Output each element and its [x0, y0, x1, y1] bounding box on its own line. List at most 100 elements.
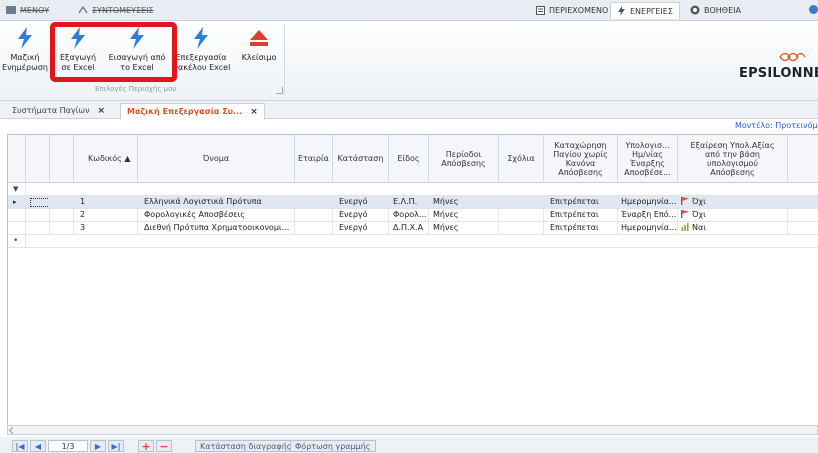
tab-bulk-edit[interactable]: Μαζική Επεξεργασία Συ... ×: [120, 103, 265, 120]
cell-start-calc[interactable]: Ημερομηνία...: [618, 196, 678, 208]
cell-code[interactable]: 2: [74, 209, 138, 221]
column-header-no-rule[interactable]: Καταχώρηση Παγίου χωρίς Κανόνα Απόσβεσης: [544, 135, 618, 183]
load-row-button[interactable]: Φόρτωση γραμμής: [290, 440, 376, 452]
column-header-status[interactable]: Κατάσταση: [333, 135, 389, 183]
table-row[interactable]: ▸ 1 Ελληνικά Λογιστικά Πρότυπα Ενεργό Ε.…: [8, 196, 818, 209]
row-select-cell[interactable]: [26, 196, 50, 208]
row-pointer-icon: ▸: [8, 196, 26, 208]
close-icon[interactable]: ×: [98, 106, 106, 116]
menu-button[interactable]: ΜΕΝΟΥ: [6, 3, 49, 17]
add-row-button[interactable]: +: [138, 440, 154, 453]
cell-status[interactable]: Ενεργό: [333, 196, 389, 208]
tab-content-label: ΠΕΡΙΕΧΟΜΕΝΟ: [549, 5, 609, 15]
cell-no-rule[interactable]: Επιτρέπεται: [544, 209, 618, 221]
row-extra-cell: [50, 222, 74, 234]
cell-periods[interactable]: Μήνες: [429, 209, 499, 221]
tab-help[interactable]: ΒΟΗΘΕΙΑ: [684, 2, 747, 18]
table-row[interactable]: 2 Φορολογικές Αποσβέσεις Ενεργό Φορολ...…: [8, 209, 818, 222]
shortcuts-button[interactable]: ΣΥΝΤΟΜΕΥΣΕΙΣ: [78, 3, 153, 17]
horizontal-scrollbar[interactable]: [7, 425, 818, 435]
row-pointer-cell: [8, 209, 26, 221]
next-page-button[interactable]: ▶: [90, 440, 106, 452]
cell-name[interactable]: Διεθνή Πρότυπα Χρηματοοικονομι...: [138, 222, 295, 234]
cell-comments[interactable]: [499, 209, 544, 221]
ribbon-divider: [284, 25, 285, 95]
filter-icon: ▼: [8, 183, 26, 195]
eject-icon: [250, 30, 268, 46]
column-header-start-calc[interactable]: Υπολογισ... Ημ/νίας Έναρξης Αποσβέσε...: [618, 135, 678, 183]
group-expand-icon[interactable]: [276, 87, 283, 94]
cell-type[interactable]: Δ.Π.Χ.Α: [389, 222, 429, 234]
cell-status[interactable]: Ενεργό: [333, 222, 389, 234]
column-header-periods[interactable]: Περίοδοι Απόσβεσης: [429, 135, 499, 183]
cell-no-rule[interactable]: Επιτρέπεται: [544, 222, 618, 234]
model-label[interactable]: Μοντέλο: Προτεινόμενο: [735, 121, 818, 130]
cell-periods[interactable]: Μήνες: [429, 196, 499, 208]
close-icon[interactable]: ×: [250, 107, 258, 117]
epsilonnet-logo-icon: [779, 52, 806, 62]
cell-name[interactable]: Ελληνικά Λογιστικά Πρότυπα: [138, 196, 295, 208]
last-page-button[interactable]: ▶|: [108, 440, 124, 452]
cell-start-calc[interactable]: Έναρξη Επό...: [618, 209, 678, 221]
grid-navigator: |◀ ◀ 1/3 ▶ ▶| + − Κατάσταση διαγραφής Φό…: [0, 437, 818, 453]
bulk-update-label-line1: Μαζική: [10, 53, 40, 62]
cell-start-calc[interactable]: Ημερομηνία...: [618, 222, 678, 234]
new-row-icon: •: [8, 235, 26, 247]
cell-company[interactable]: [295, 196, 333, 208]
cell-code[interactable]: 1: [74, 196, 138, 208]
lightning-icon: [194, 27, 208, 49]
cell-company[interactable]: [295, 222, 333, 234]
delete-row-button[interactable]: −: [156, 440, 172, 453]
previous-page-button[interactable]: ◀: [30, 440, 46, 452]
tab-actions-label: ΕΝΕΡΓΕΙΕΣ: [630, 6, 673, 16]
column-header-type[interactable]: Είδος: [389, 135, 429, 183]
cell-comments[interactable]: [499, 196, 544, 208]
cell-periods[interactable]: Μήνες: [429, 222, 499, 234]
row-select-cell[interactable]: [26, 222, 50, 234]
column-header-comments[interactable]: Σχόλια: [499, 135, 544, 183]
edit-excel-folder-label-line1: Επεξεργασία: [175, 53, 227, 62]
top-menu-bar: ΜΕΝΟΥ ΣΥΝΤΟΜΕΥΣΕΙΣ ΠΕΡΙΕΧΟΜΕΝΟ ΕΝΕΡΓΕΙΕΣ…: [0, 0, 818, 21]
scroll-left-icon[interactable]: [8, 426, 17, 435]
tab-content[interactable]: ΠΕΡΙΕΧΟΜΕΝΟ: [530, 2, 614, 18]
user-icon[interactable]: [809, 5, 818, 14]
cell-status[interactable]: Ενεργό: [333, 209, 389, 221]
tab-actions[interactable]: ΕΝΕΡΓΕΙΕΣ: [610, 2, 680, 19]
first-page-button[interactable]: |◀: [12, 440, 28, 452]
cell-exclusion-text: Όχι: [692, 210, 706, 219]
page-input[interactable]: 1/3: [48, 440, 88, 452]
cell-exclusion[interactable]: Όχι: [678, 209, 788, 221]
column-header-company[interactable]: Εταιρία: [295, 135, 333, 183]
row-select-cell[interactable]: [26, 209, 50, 221]
bulk-update-button[interactable]: Μαζική Ενημέρωση: [0, 25, 50, 83]
table-row[interactable]: 3 Διεθνή Πρότυπα Χρηματοοικονομι... Ενερ…: [8, 222, 818, 235]
column-header-name[interactable]: Όνομα: [138, 135, 295, 183]
column-header-code[interactable]: Κωδικός ▲: [74, 135, 138, 183]
edit-excel-folder-button[interactable]: Επεξεργασία Φακέλου Excel: [170, 25, 232, 83]
tab-asset-systems[interactable]: Συστήματα Παγίων ×: [6, 103, 111, 118]
shortcuts-label: ΣΥΝΤΟΜΕΥΣΕΙΣ: [92, 5, 154, 15]
cell-comments[interactable]: [499, 222, 544, 234]
cell-no-rule[interactable]: Επιτρέπεται: [544, 196, 618, 208]
cell-exclusion[interactable]: Όχι: [678, 196, 788, 208]
lightning-icon: [18, 27, 32, 49]
cell-exclusion[interactable]: Ναι: [678, 222, 788, 234]
cell-code[interactable]: 3: [74, 222, 138, 234]
filter-row[interactable]: ▼: [8, 183, 818, 196]
column-header-exclusion[interactable]: Εξαίρεση Υπολ.Αξίας από την βάση υπολογι…: [678, 135, 788, 183]
tab-help-label: ΒΟΗΘΕΙΑ: [704, 5, 741, 15]
document-icon: [536, 5, 545, 15]
red-flag-icon: [681, 197, 689, 205]
cell-company[interactable]: [295, 209, 333, 221]
cell-type[interactable]: Ε.Λ.Π.: [389, 196, 429, 208]
bulk-update-label-line2: Ενημέρωση: [2, 63, 48, 72]
annotation-highlight-box: [50, 22, 177, 82]
cell-name[interactable]: Φορολογικές Αποσβέσεις: [138, 209, 295, 221]
green-bars-icon: [681, 223, 689, 231]
header-filler: [788, 135, 818, 183]
new-row[interactable]: •: [8, 235, 818, 248]
delete-state-button[interactable]: Κατάσταση διαγραφής: [195, 440, 297, 452]
close-button[interactable]: Κλείσιμο: [234, 25, 284, 83]
cell-type[interactable]: Φορολ...: [389, 209, 429, 221]
close-label: Κλείσιμο: [241, 53, 277, 62]
